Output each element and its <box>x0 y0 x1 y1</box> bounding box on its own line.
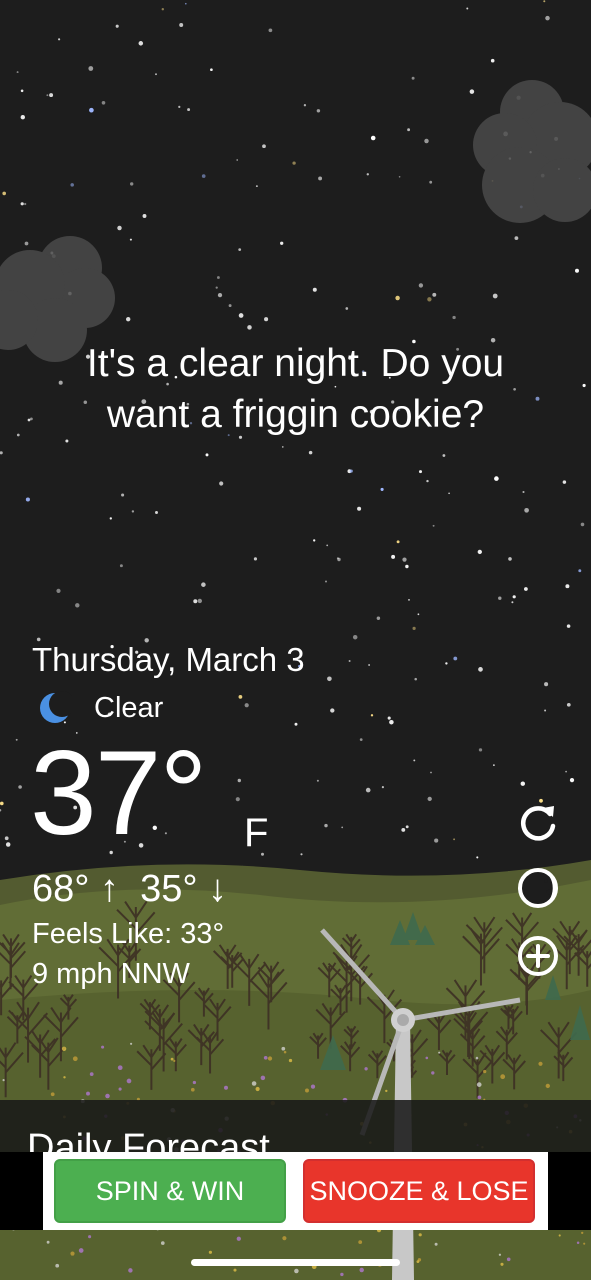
ad-banner: SPIN & WIN SNOOZE & LOSE <box>0 1152 591 1230</box>
current-date: Thursday, March 3 <box>32 641 305 678</box>
feels-like: Feels Like: 33° <box>32 918 225 950</box>
home-indicator[interactable] <box>191 1259 400 1266</box>
weather-message-line-2: want a friggin cookie? <box>106 393 485 436</box>
crescent-moon-icon <box>40 691 72 723</box>
spin-and-win-button[interactable]: SPIN & WIN <box>54 1159 286 1223</box>
daily-forecast-section[interactable]: Daily Forecast <box>0 1100 591 1160</box>
snooze-and-lose-button[interactable]: SNOOZE & LOSE <box>303 1159 535 1223</box>
refresh-icon <box>521 806 556 841</box>
weather-screen: It's a clear night. Do you want a friggi… <box>0 0 591 1280</box>
weather-message-line-1: It's a clear night. Do you <box>86 342 505 385</box>
refresh-button[interactable] <box>514 798 562 846</box>
weather-message: It's a clear night. Do you want a friggi… <box>30 338 561 440</box>
plus-circle-icon <box>518 936 558 976</box>
bottom-safe-area <box>0 1230 591 1280</box>
wind-speed: 9 mph NNW <box>32 958 190 990</box>
current-temperature: 37° <box>30 726 207 860</box>
temperature-unit[interactable]: F <box>244 810 268 856</box>
moon-phase-button[interactable] <box>514 864 562 912</box>
condition-label: Clear <box>94 692 164 724</box>
moon-phase-icon <box>518 868 558 908</box>
high-low-temperature: 68° ↑ 35° ↓ <box>32 868 228 910</box>
add-location-button[interactable] <box>514 932 562 980</box>
ad-banner-content: SPIN & WIN SNOOZE & LOSE <box>43 1152 548 1230</box>
condition-row: Clear <box>38 688 163 728</box>
